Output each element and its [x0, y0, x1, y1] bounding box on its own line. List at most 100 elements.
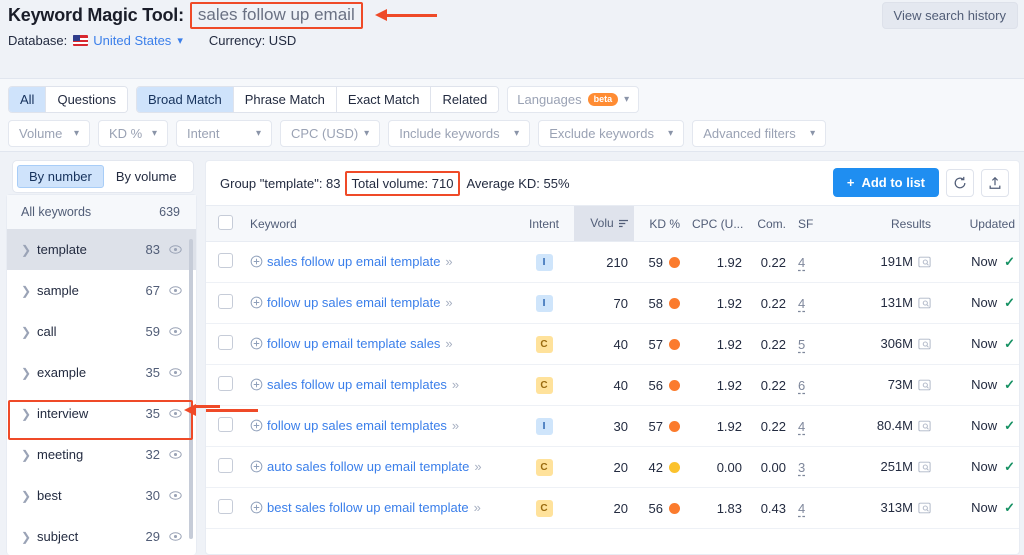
- toggle-by-volume[interactable]: By volume: [104, 165, 189, 188]
- row-checkbox[interactable]: [218, 253, 233, 268]
- sidebar-scrollbar[interactable]: [189, 239, 193, 539]
- add-keyword-icon[interactable]: [250, 296, 263, 312]
- chevron-right-icon[interactable]: ❯: [21, 489, 37, 503]
- intent-badge[interactable]: I: [536, 295, 553, 312]
- expand-keyword-icon[interactable]: »: [445, 295, 451, 310]
- expand-keyword-icon[interactable]: »: [445, 254, 451, 269]
- eye-icon[interactable]: [169, 366, 182, 379]
- sidebar-group-item[interactable]: ❯template83: [7, 229, 196, 270]
- sf-value[interactable]: 6: [798, 378, 805, 393]
- col-volume[interactable]: Volu: [574, 206, 634, 242]
- kd-filter[interactable]: KD % ▾: [98, 120, 168, 147]
- toggle-by-number[interactable]: By number: [17, 165, 104, 188]
- sf-value[interactable]: 4: [798, 419, 805, 434]
- tab-phrase-match[interactable]: Phrase Match: [234, 87, 337, 112]
- database-selector[interactable]: United States: [93, 33, 171, 48]
- intent-badge[interactable]: C: [536, 377, 553, 394]
- chevron-right-icon[interactable]: ❯: [21, 366, 37, 380]
- add-keyword-icon[interactable]: [250, 255, 263, 271]
- include-keywords-filter[interactable]: Include keywords ▾: [388, 120, 530, 147]
- sidebar-group-item[interactable]: ❯best30: [7, 475, 196, 516]
- sf-value[interactable]: 5: [798, 337, 805, 352]
- intent-badge[interactable]: I: [536, 254, 553, 271]
- intent-badge[interactable]: C: [536, 500, 553, 517]
- add-keyword-icon[interactable]: [250, 419, 263, 435]
- serp-preview-icon[interactable]: [918, 379, 931, 394]
- col-updated[interactable]: Updated: [937, 206, 1020, 242]
- table-row[interactable]: follow up sales email templates»I30571.9…: [206, 406, 1020, 447]
- sf-value[interactable]: 4: [798, 501, 805, 516]
- eye-icon[interactable]: [169, 243, 182, 256]
- keyword-link[interactable]: follow up sales email templates: [267, 418, 447, 433]
- sidebar-group-item[interactable]: ❯example35: [7, 352, 196, 393]
- serp-preview-icon[interactable]: [918, 256, 931, 271]
- keyword-link[interactable]: follow up email template sales: [267, 336, 440, 351]
- col-com[interactable]: Com.: [748, 206, 792, 242]
- sidebar-group-item[interactable]: ❯meeting32: [7, 434, 196, 475]
- sidebar-group-item[interactable]: ❯sample67: [7, 270, 196, 311]
- keyword-link[interactable]: follow up sales email template: [267, 295, 440, 310]
- sf-value[interactable]: 4: [798, 296, 805, 311]
- tab-broad-match[interactable]: Broad Match: [137, 87, 234, 112]
- col-sf[interactable]: SF: [792, 206, 832, 242]
- expand-keyword-icon[interactable]: »: [452, 418, 458, 433]
- add-to-list-button[interactable]: + Add to list: [833, 168, 939, 197]
- row-checkbox[interactable]: [218, 335, 233, 350]
- col-keyword[interactable]: Keyword: [244, 206, 514, 242]
- add-keyword-icon[interactable]: [250, 378, 263, 394]
- refresh-icon[interactable]: [946, 169, 974, 197]
- sidebar-group-item[interactable]: ❯interview35: [7, 393, 196, 434]
- expand-keyword-icon[interactable]: »: [452, 377, 458, 392]
- table-row[interactable]: sales follow up email template»I210591.9…: [206, 242, 1020, 283]
- table-row[interactable]: sales follow up email templates»C40561.9…: [206, 365, 1020, 406]
- keyword-link[interactable]: sales follow up email template: [267, 254, 440, 269]
- chevron-right-icon[interactable]: ❯: [21, 243, 37, 257]
- chevron-right-icon[interactable]: ❯: [21, 284, 37, 298]
- eye-icon[interactable]: [169, 284, 182, 297]
- serp-preview-icon[interactable]: [918, 297, 931, 312]
- languages-dropdown[interactable]: Languages beta ▾: [507, 86, 639, 113]
- add-keyword-icon[interactable]: [250, 460, 263, 476]
- serp-preview-icon[interactable]: [918, 461, 931, 476]
- all-keywords-row[interactable]: All keywords 639: [7, 195, 196, 229]
- sf-value[interactable]: 4: [798, 255, 805, 270]
- serp-preview-icon[interactable]: [918, 502, 931, 517]
- keyword-link[interactable]: sales follow up email templates: [267, 377, 447, 392]
- tab-all[interactable]: All: [9, 87, 46, 112]
- serp-preview-icon[interactable]: [918, 420, 931, 435]
- eye-icon[interactable]: [169, 407, 182, 420]
- intent-badge[interactable]: C: [536, 459, 553, 476]
- view-search-history-button[interactable]: View search history: [882, 2, 1018, 29]
- export-icon[interactable]: [981, 169, 1009, 197]
- keyword-link[interactable]: best sales follow up email template: [267, 500, 469, 515]
- volume-filter[interactable]: Volume ▾: [8, 120, 90, 147]
- serp-preview-icon[interactable]: [918, 338, 931, 353]
- select-all-checkbox[interactable]: [218, 215, 233, 230]
- sf-value[interactable]: 3: [798, 460, 805, 475]
- tab-related[interactable]: Related: [431, 87, 498, 112]
- row-checkbox[interactable]: [218, 417, 233, 432]
- eye-icon[interactable]: [169, 448, 182, 461]
- intent-filter[interactable]: Intent ▾: [176, 120, 272, 147]
- chevron-right-icon[interactable]: ❯: [21, 407, 37, 421]
- col-kd[interactable]: KD %: [634, 206, 686, 242]
- chevron-right-icon[interactable]: ❯: [21, 325, 37, 339]
- expand-keyword-icon[interactable]: »: [474, 459, 480, 474]
- cpc-filter[interactable]: CPC (USD) ▾: [280, 120, 380, 147]
- expand-keyword-icon[interactable]: »: [445, 336, 451, 351]
- chevron-right-icon[interactable]: ❯: [21, 530, 37, 544]
- sidebar-group-item[interactable]: ❯call59: [7, 311, 196, 352]
- col-results[interactable]: Results: [832, 206, 937, 242]
- row-checkbox[interactable]: [218, 376, 233, 391]
- tab-exact-match[interactable]: Exact Match: [337, 87, 432, 112]
- eye-icon[interactable]: [169, 325, 182, 338]
- exclude-keywords-filter[interactable]: Exclude keywords ▾: [538, 120, 684, 147]
- row-checkbox[interactable]: [218, 294, 233, 309]
- keyword-link[interactable]: auto sales follow up email template: [267, 459, 469, 474]
- tab-questions[interactable]: Questions: [46, 87, 127, 112]
- col-cpc[interactable]: CPC (U...: [686, 206, 748, 242]
- intent-badge[interactable]: I: [536, 418, 553, 435]
- col-intent[interactable]: Intent: [514, 206, 574, 242]
- expand-keyword-icon[interactable]: »: [474, 500, 480, 515]
- add-keyword-icon[interactable]: [250, 501, 263, 517]
